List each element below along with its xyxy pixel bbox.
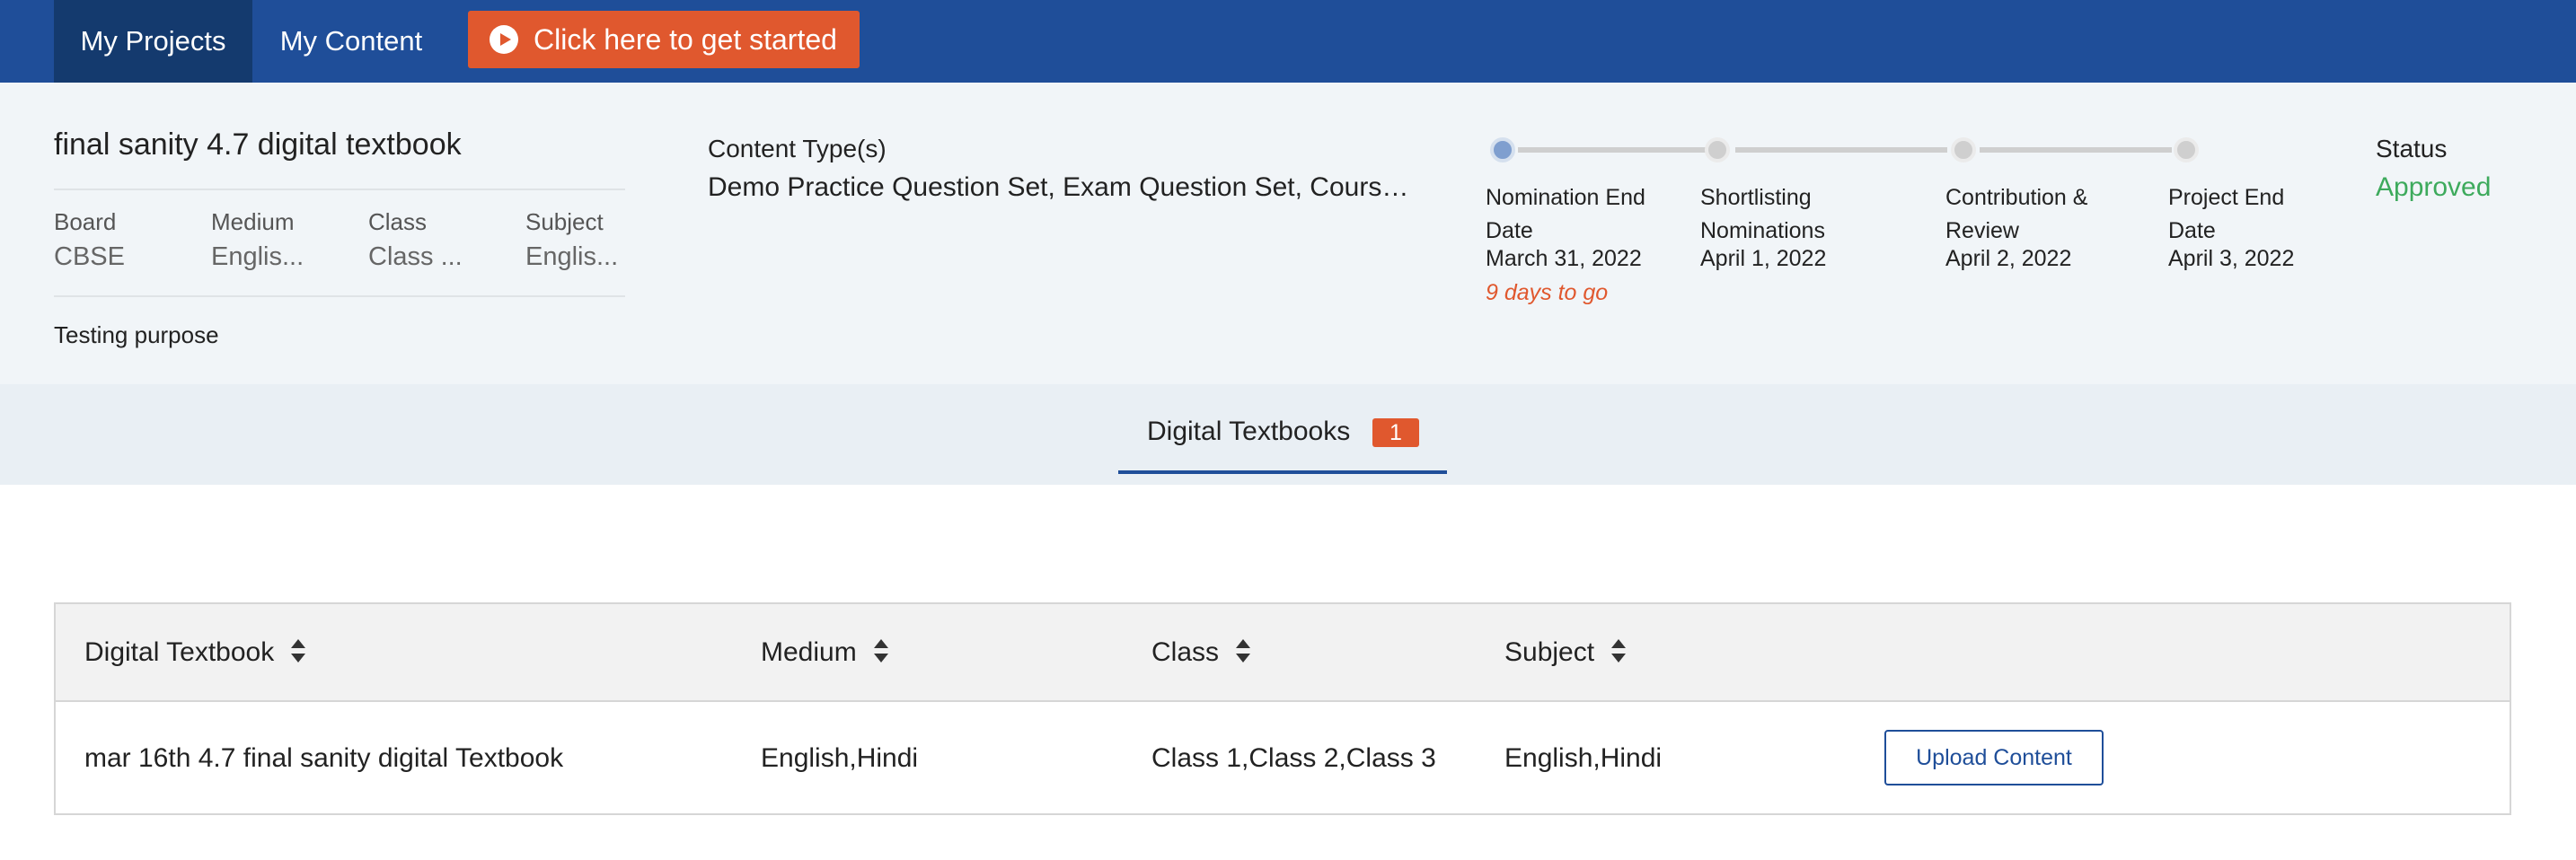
subject-cell: English,Hindi xyxy=(1504,743,1663,773)
timeline-step-marker xyxy=(1705,137,1730,162)
content-types-label: Content Type(s) xyxy=(708,135,887,162)
upload-content-button[interactable]: Upload Content xyxy=(1884,730,2104,785)
timeline-step-marker xyxy=(2174,137,2199,162)
status-label: Status xyxy=(2376,135,2448,162)
medium-cell: English,Hindi xyxy=(761,743,919,773)
timeline-step-date: March 31, 2022 xyxy=(1486,246,1642,271)
project-header: final sanity 4.7 digital textbook Board … xyxy=(0,83,2576,384)
count-badge: 1 xyxy=(1372,418,1419,447)
timeline-step-label: Shortlisting Nominations xyxy=(1700,185,1825,243)
medium-label: Medium xyxy=(211,208,295,235)
board-value: CBSE xyxy=(54,242,125,271)
timeline-step-label: Project End Date xyxy=(2168,185,2285,243)
tab-label: Digital Textbooks xyxy=(1147,417,1351,446)
status-badge: Approved xyxy=(2376,172,2492,202)
play-circle-icon xyxy=(490,25,518,54)
timeline-step-date: April 1, 2022 xyxy=(1700,246,1827,271)
class-value: Class ... xyxy=(368,242,463,271)
class-cell: Class 1,Class 2,Class 3 xyxy=(1151,743,1436,773)
class-label: Class xyxy=(368,208,428,235)
timeline-step-date: April 3, 2022 xyxy=(2168,246,2295,271)
get-started-button[interactable]: Click here to get started xyxy=(468,11,860,68)
content-types-value: Demo Practice Question Set, Exam Questio… xyxy=(708,172,1417,202)
divider xyxy=(54,189,625,190)
content-tabs: Digital Textbooks 1 xyxy=(0,384,2576,485)
table-header: Digital Textbook Medium Class Subject xyxy=(56,604,2510,702)
days-remaining: 9 days to go xyxy=(1486,280,1609,305)
sort-icon xyxy=(1236,639,1251,663)
board-label: Board xyxy=(54,208,117,235)
column-header-digital-textbook[interactable]: Digital Textbook xyxy=(84,604,306,700)
project-description: Testing purpose xyxy=(54,321,219,348)
timeline-step-label: Nomination End Date xyxy=(1486,185,1645,243)
timeline-connector xyxy=(1518,147,1717,153)
tab-my-projects[interactable]: My Projects xyxy=(54,0,252,83)
subject-value: Englis... xyxy=(525,242,619,271)
timeline-connector xyxy=(1980,147,2172,153)
sort-icon xyxy=(1611,639,1627,663)
timeline-step-marker xyxy=(1490,137,1515,162)
textbook-table: Digital Textbook Medium Class Subject ma… xyxy=(54,602,2511,815)
medium-value: Englis... xyxy=(211,242,304,271)
timeline-connector xyxy=(1735,147,1947,153)
tab-digital-textbooks[interactable]: Digital Textbooks 1 xyxy=(1118,384,1447,474)
column-header-class[interactable]: Class xyxy=(1151,604,1251,700)
sort-icon xyxy=(291,639,306,663)
column-header-subject[interactable]: Subject xyxy=(1504,604,1627,700)
timeline-step-marker xyxy=(1951,137,1976,162)
sort-icon xyxy=(873,639,888,663)
divider xyxy=(54,295,625,297)
textbook-name-cell: mar 16th 4.7 final sanity digital Textbo… xyxy=(84,743,564,773)
subject-label: Subject xyxy=(525,208,604,235)
column-header-medium[interactable]: Medium xyxy=(761,604,889,700)
timeline-step-date: April 2, 2022 xyxy=(1945,246,2072,271)
get-started-label: Click here to get started xyxy=(534,23,837,56)
timeline-step-label: Contribution & Review xyxy=(1945,185,2088,243)
tab-my-content[interactable]: My Content xyxy=(252,0,450,83)
top-nav: My Projects My Content Click here to get… xyxy=(0,0,2576,83)
project-title: final sanity 4.7 digital textbook xyxy=(54,127,462,162)
